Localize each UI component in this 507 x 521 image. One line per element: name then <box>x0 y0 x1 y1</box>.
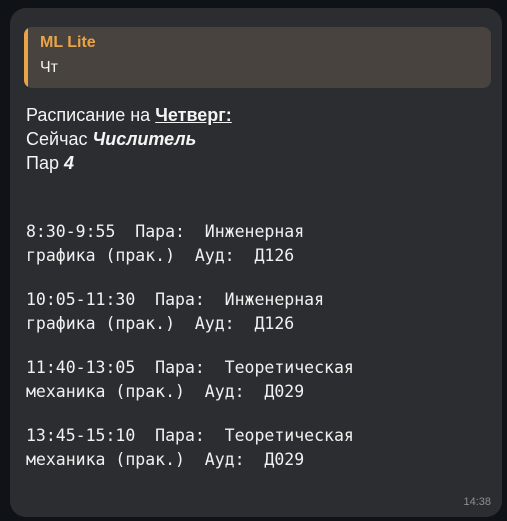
reply-preview[interactable]: ML Lite Чт <box>24 27 491 88</box>
lesson-room-line: графика (прак.) Ауд: Д126 <box>26 246 295 265</box>
lesson-count-line: Пар 4 <box>26 151 232 175</box>
lesson-room-line: механика (прак.) Ауд: Д029 <box>26 450 305 469</box>
reply-sender-name: ML Lite <box>40 34 96 51</box>
lesson-time-line: 11:40-13:05 Пара: Теоретическая <box>26 358 354 377</box>
lesson-room-line: механика (прак.) Ауд: Д029 <box>26 382 305 401</box>
message-time: 14:38 <box>463 496 491 508</box>
week-type-prefix: Сейчас <box>26 129 93 149</box>
lesson-item: 11:40-13:05 Пара: Теоретическая механика… <box>26 356 496 404</box>
lesson-item: 13:45-15:10 Пара: Теоретическая механика… <box>26 424 496 472</box>
message-bubble[interactable]: ML Lite Чт Расписание на Четверг: Сейчас… <box>10 8 502 517</box>
lesson-item: 8:30-9:55 Пара: Инженерная графика (прак… <box>26 220 496 268</box>
schedule-day: Четверг: <box>155 105 232 125</box>
lesson-count-prefix: Пар <box>26 153 64 173</box>
lesson-time-line: 10:05-11:30 Пара: Инженерная <box>26 290 325 309</box>
lesson-room-line: графика (прак.) Ауд: Д126 <box>26 314 295 333</box>
week-type-line: Сейчас Числитель <box>26 127 232 151</box>
lesson-time-line: 13:45-15:10 Пара: Теоретическая <box>26 426 354 445</box>
schedule-header: Расписание на Четверг: Сейчас Числитель … <box>26 103 232 175</box>
reply-message-text: Чт <box>40 59 58 76</box>
schedule-day-line: Расписание на Четверг: <box>26 103 232 127</box>
lesson-item: 10:05-11:30 Пара: Инженерная графика (пр… <box>26 288 496 336</box>
lesson-list: 8:30-9:55 Пара: Инженерная графика (прак… <box>26 220 496 492</box>
week-type: Числитель <box>92 129 197 149</box>
reply-accent-bar <box>24 27 28 88</box>
lesson-time-line: 8:30-9:55 Пара: Инженерная <box>26 222 305 241</box>
lesson-count: 4 <box>63 153 74 173</box>
schedule-prefix: Расписание на <box>26 105 156 125</box>
